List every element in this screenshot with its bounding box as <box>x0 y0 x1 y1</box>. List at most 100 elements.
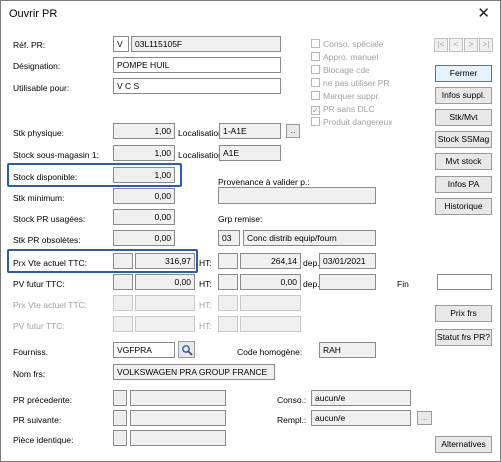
dep-label: dep. <box>303 258 320 268</box>
flag-appro-manuel[interactable]: Appro. manuel <box>311 52 378 62</box>
stk-minimum-field: 0,00 <box>113 188 175 204</box>
ht-dis-field <box>240 295 301 311</box>
ref-pr-field[interactable]: 03L115105F <box>131 36 281 52</box>
prix-frs-button[interactable]: Prix frs <box>435 305 492 322</box>
ht-futur-dis-label: HT: <box>199 321 212 331</box>
ref-pr-label: Réf. PR: <box>13 40 46 50</box>
utilisable-field[interactable]: V C S <box>113 78 281 94</box>
checkbox-icon <box>311 117 320 126</box>
prx-vte-ttc-highlight <box>7 249 198 273</box>
ouvrir-pr-window: Ouvrir PR ✕ Réf. PR: V 03L115105F Désign… <box>0 0 501 462</box>
grp-remise-code-field[interactable]: 03 <box>218 230 240 246</box>
ht-field: 264,14 <box>240 253 301 269</box>
localisation-button[interactable]: .. <box>286 124 300 138</box>
stk-physique-label: Stk physique: <box>13 128 65 138</box>
ht-futur-dis-prefix <box>218 316 238 332</box>
pv-futur-dis-label: PV futur TTC: <box>13 321 65 331</box>
dep-date-field: 03/01/2021 <box>319 253 376 269</box>
nav-next-button[interactable]: > <box>464 38 478 52</box>
flag-produit-dangereux[interactable]: Produit dangereux <box>311 117 392 127</box>
search-icon[interactable] <box>178 341 195 358</box>
pr-precedente-label: PR précedente: <box>13 395 73 405</box>
checkmark-icon: ✓ <box>311 106 320 115</box>
window-title: Ouvrir PR <box>9 8 58 20</box>
stock-sous-magasin-field: 1,00 <box>113 145 175 161</box>
utilisable-label: Utilisable pour: <box>13 83 70 93</box>
prx-vte-dis-label: Prx Vte actuel TTC: <box>13 300 88 310</box>
conso-label: Conso.: <box>277 395 307 405</box>
nom-frs-label: Nom frs: <box>13 369 46 379</box>
localisation-1-field[interactable]: 1-A1E <box>219 123 281 139</box>
fin-label: Fin <box>397 279 409 289</box>
stk-physique-field: 1,00 <box>113 123 175 139</box>
infos-pa-button[interactable]: Infos PA <box>435 176 492 193</box>
designation-field[interactable]: POMPE HUIL <box>113 57 281 73</box>
pr-suivante-field <box>130 410 226 426</box>
stock-usagees-field: 0,00 <box>113 209 175 225</box>
prx-vte-dis-prefix <box>113 295 133 311</box>
stk-mvt-button[interactable]: Stk/Mvt <box>435 109 492 126</box>
infos-suppl-button[interactable]: Infos suppl. <box>435 87 492 104</box>
checkbox-icon <box>311 52 320 61</box>
flag-pr-sans-dlc[interactable]: ✓ PR sans DLC <box>311 104 375 115</box>
code-homogene-field: RAH <box>319 342 376 358</box>
stock-sous-magasin-label: Stock sous-magasin 1: <box>13 150 99 160</box>
flag-conso-speciale[interactable]: Conso. spéciale <box>311 39 383 49</box>
close-icon[interactable]: ✕ <box>477 4 490 22</box>
dep-futur-field <box>319 274 376 290</box>
pv-futur-dis-prefix <box>113 316 133 332</box>
piece-identique-prefix <box>113 430 127 446</box>
nav-last-button[interactable]: >| <box>479 38 493 52</box>
title-bar: Ouvrir PR ✕ <box>1 1 500 27</box>
piece-identique-field <box>130 430 226 446</box>
checkbox-icon <box>311 78 320 87</box>
checkbox-icon <box>311 39 320 48</box>
pv-futur-ttc-label: PV futur TTC: <box>13 279 65 289</box>
ht-prefix-field <box>218 253 238 269</box>
pr-precedente-prefix <box>113 390 127 406</box>
designation-label: Désignation: <box>13 61 61 71</box>
nav-first-button[interactable]: |< <box>434 38 448 52</box>
stock-ssmag-button[interactable]: Stock SSMag <box>435 131 492 148</box>
checkbox-icon <box>311 91 320 100</box>
ht-futur-dis-field <box>240 316 301 332</box>
stk-obsoletes-label: Stk PR obsolètes: <box>13 235 81 245</box>
ref-prefix-field[interactable]: V <box>113 36 129 52</box>
statut-frs-button[interactable]: Statut frs PR? <box>435 329 492 346</box>
historique-button[interactable]: Historique <box>435 198 492 215</box>
stock-usagees-label: Stock PR usagées: <box>13 214 86 224</box>
pv-futur-dis-field <box>135 316 195 332</box>
rempl-button[interactable]: ... <box>417 411 432 425</box>
ht-futur-field: 0,00 <box>240 274 301 290</box>
pv-futur-prefix-field <box>113 274 133 290</box>
ht-futur-label: HT: <box>199 279 212 289</box>
ht-futur-prefix-field <box>218 274 238 290</box>
flag-blocage-cde[interactable]: Blocage cde <box>311 65 370 75</box>
localisation-2-label: Localisation <box>178 150 223 160</box>
localisation-2-field[interactable]: A1E <box>219 145 281 161</box>
grp-remise-desc-field: Conc distrib equip/fourn <box>243 230 376 246</box>
piece-identique-label: Pièce identique: <box>13 435 74 445</box>
pr-precedente-field <box>130 390 226 406</box>
flag-marquer-suppr[interactable]: Marquer suppr. <box>311 91 380 101</box>
nav-prev-button[interactable]: < <box>449 38 463 52</box>
provenance-label: Provenance à valider p.: <box>218 177 310 187</box>
flag-ne-pas-utiliser[interactable]: ne pas utiliser PR <box>311 78 390 88</box>
rempl-field: aucun/e <box>311 410 411 426</box>
stock-disponible-highlight <box>7 163 182 187</box>
fermer-button[interactable]: Fermer <box>435 65 492 82</box>
mvt-stock-button[interactable]: Mvt stock <box>435 153 492 170</box>
fourniss-field[interactable]: VGFPRA <box>113 342 175 358</box>
provenance-field[interactable] <box>218 187 376 204</box>
alternatives-button[interactable]: Alternatives <box>435 436 492 453</box>
fourniss-label: Fourniss. <box>13 347 48 357</box>
rempl-label: Rempl.: <box>277 415 307 425</box>
pr-suivante-prefix <box>113 410 127 426</box>
pv-futur-ttc-field: 0,00 <box>135 274 195 290</box>
conso-field: aucun/e <box>311 390 411 406</box>
code-homogene-label: Code homogène: <box>237 347 303 357</box>
fin-field[interactable] <box>437 274 492 290</box>
checkbox-icon <box>311 65 320 74</box>
dep-futur-label: dep. <box>303 279 320 289</box>
stk-minimum-label: Stk minimum: <box>13 193 65 203</box>
